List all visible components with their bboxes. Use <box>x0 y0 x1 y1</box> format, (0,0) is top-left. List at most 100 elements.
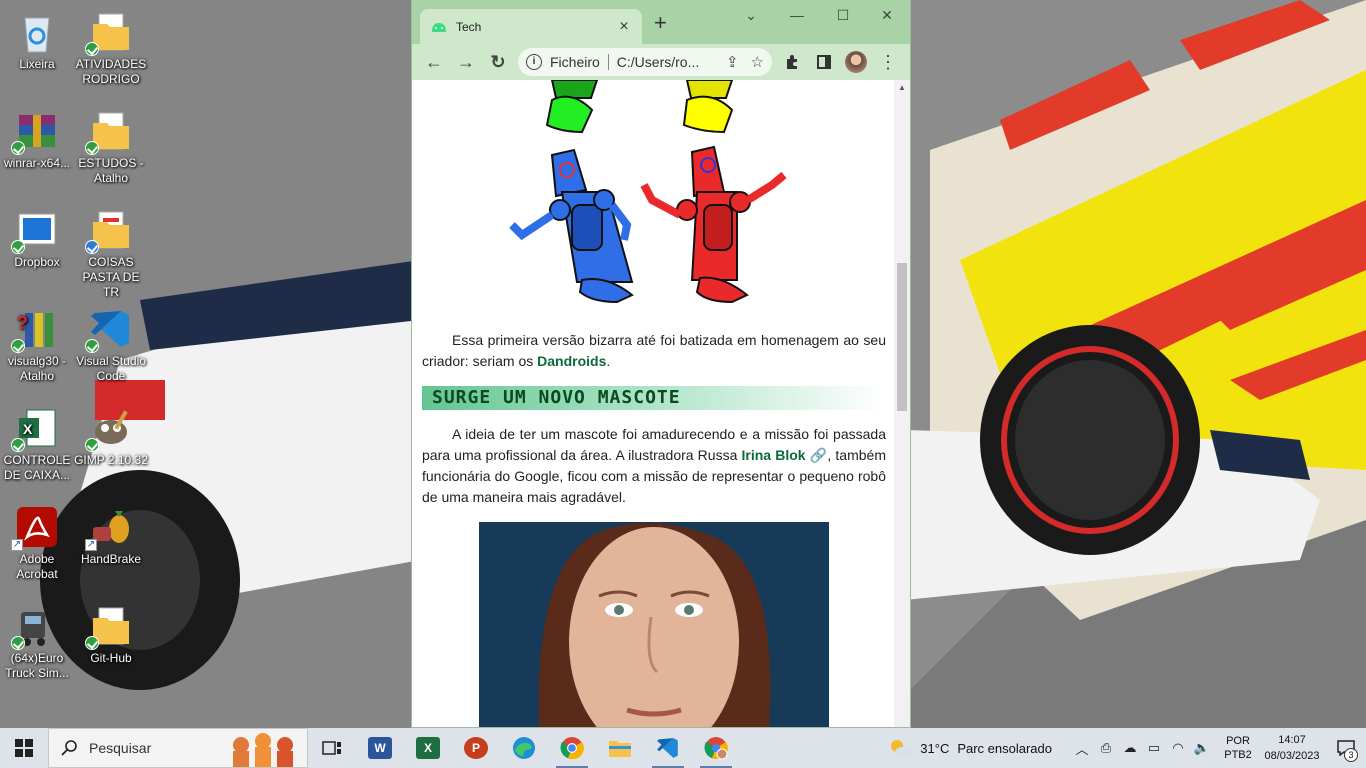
excel-icon: X <box>11 406 59 452</box>
sync-check-icon <box>85 438 99 452</box>
menu-button[interactable]: ⋮ <box>872 46 904 78</box>
language-code: POR <box>1226 735 1250 747</box>
close-window-button[interactable]: ✕ <box>864 4 910 26</box>
taskbar-edge[interactable] <box>500 728 548 768</box>
paragraph-text: . <box>606 353 611 369</box>
svg-text:?: ? <box>17 313 28 333</box>
desktop-icon-winrar[interactable]: winrar-x64... <box>0 103 74 171</box>
sync-check-icon <box>11 240 25 254</box>
puzzle-icon <box>787 55 797 69</box>
desktop-icon-gimp[interactable]: GIMP 2.10.32 <box>74 400 148 468</box>
desktop-icon-handbrake[interactable]: ↗ HandBrake <box>74 499 148 567</box>
desktop-icon-dropbox[interactable]: Dropbox <box>0 202 74 270</box>
desktop-icon-label: Git-Hub <box>90 651 132 665</box>
address-separator <box>607 54 609 70</box>
desktop-icon-visualg[interactable]: ? visualg30 - Atalho <box>0 301 74 384</box>
visualg-icon: ? <box>11 307 59 353</box>
partly-sunny-icon <box>891 740 912 757</box>
language-indicator[interactable]: POR PTB2 <box>1218 734 1258 762</box>
taskbar-powerpoint[interactable]: P <box>452 728 500 768</box>
maximize-button[interactable]: ☐ <box>820 4 866 26</box>
vscode-icon <box>657 738 678 758</box>
back-button[interactable]: ← <box>418 46 450 78</box>
bookmark-star-icon[interactable]: ☆ <box>751 53 764 71</box>
share-icon[interactable]: ⇪ <box>726 53 739 71</box>
new-tab-button[interactable]: + <box>654 12 667 34</box>
kebab-menu-icon: ⋮ <box>879 51 897 72</box>
tab-strip: Tech × + ⌄ — ☐ ✕ <box>412 0 910 44</box>
folder-icon <box>85 208 133 254</box>
desktop-icon-label: ATIVIDADES RODRIGO <box>75 57 147 86</box>
desktop-icon-eurotruck[interactable]: (64x)Euro Truck Sim... <box>0 598 74 681</box>
tab-tech[interactable]: Tech × <box>420 9 642 44</box>
page-scrollbar[interactable]: ▲ <box>894 80 910 727</box>
side-panel-button[interactable] <box>808 46 840 78</box>
volume-icon[interactable]: 🔈 <box>1190 740 1214 756</box>
notification-center-button[interactable]: 3 <box>1326 728 1366 768</box>
section-title: Surge um novo mascote <box>432 387 681 408</box>
keyboard-layout: PTB2 <box>1224 749 1252 761</box>
word-icon: W <box>368 737 392 759</box>
sync-check-icon <box>11 636 25 650</box>
link-icon[interactable]: 🔗 <box>810 447 828 463</box>
weather-description: Parc ensolarado <box>957 740 1052 756</box>
paragraph-dandroids: Essa primeira versão bizarra até foi bat… <box>422 330 886 372</box>
section-heading: Surge um novo mascote <box>422 386 886 410</box>
vscode-icon <box>85 307 133 353</box>
taskbar-vscode[interactable] <box>644 728 692 768</box>
forward-button[interactable]: → <box>450 46 482 78</box>
desktop-icon-vscode[interactable]: Visual Studio Code <box>74 301 148 384</box>
dropbox-icon <box>11 208 59 254</box>
browser-toolbar: ← → ↻ i Ficheiro C:/Users/ro... ⇪ ☆ ⋮ <box>412 44 910 80</box>
taskbar-chrome[interactable] <box>548 728 596 768</box>
task-view-button[interactable] <box>308 728 356 768</box>
address-bar[interactable]: i Ficheiro C:/Users/ro... ⇪ ☆ <box>518 48 772 76</box>
chevron-up-icon[interactable]: ︿ <box>1070 739 1094 758</box>
extensions-button[interactable] <box>776 46 808 78</box>
onedrive-cloud-icon[interactable]: ☁ <box>1118 740 1142 756</box>
taskbar-word[interactable]: W <box>356 728 404 768</box>
arrow-right-icon: → <box>457 51 475 72</box>
sync-check-icon <box>85 636 99 650</box>
sync-check-icon <box>85 141 99 155</box>
clock-time: 14:07 <box>1278 734 1306 746</box>
desktop-icon-estudos[interactable]: ESTUDOS - Atalho <box>74 103 148 186</box>
avatar <box>845 51 867 73</box>
wifi-icon[interactable]: ◠ <box>1166 740 1190 756</box>
desktop-icon-controle[interactable]: X CONTROLE DE CAIXA... <box>0 400 74 483</box>
taskbar-chrome-profile[interactable] <box>692 728 740 768</box>
tab-search-dropdown-icon[interactable]: ⌄ <box>728 4 774 26</box>
folder-icon <box>85 10 133 56</box>
taskbar-file-explorer[interactable] <box>596 728 644 768</box>
close-tab-icon[interactable]: × <box>616 18 632 36</box>
reload-button[interactable]: ↻ <box>482 46 514 78</box>
desktop-icon-lixeira[interactable]: Lixeira <box>0 4 74 72</box>
scroll-up-icon[interactable]: ▲ <box>894 80 910 96</box>
clock[interactable]: 14:07 08/03/2023 <box>1258 732 1326 764</box>
desktop-icon-label: winrar-x64... <box>3 156 71 170</box>
search-placeholder: Pesquisar <box>89 740 152 756</box>
android-favicon-icon <box>432 22 446 32</box>
minimize-button[interactable]: — <box>774 4 820 26</box>
scrollbar-thumb[interactable] <box>897 263 907 411</box>
shortcut-arrow-icon: ↗ <box>11 539 23 551</box>
desktop-icon-github[interactable]: Git-Hub <box>74 598 148 666</box>
taskbar-excel[interactable]: X <box>404 728 452 768</box>
desktop-icon-atividades[interactable]: ATIVIDADES RODRIGO <box>74 4 148 87</box>
profile-button[interactable] <box>840 46 872 78</box>
desktop-icon-label: ESTUDOS - Atalho <box>78 156 144 185</box>
reload-icon: ↻ <box>490 51 506 72</box>
desktop-icon-label: (64x)Euro Truck Sim... <box>5 651 69 680</box>
desktop-icon-acrobat[interactable]: ↗ Adobe Acrobat <box>0 499 74 582</box>
irina-blok-link[interactable]: Irina Blok <box>742 447 806 463</box>
battery-icon[interactable]: ▭ <box>1142 740 1166 756</box>
start-button[interactable] <box>0 728 48 768</box>
acrobat-icon: ↗ <box>11 505 59 551</box>
desktop-icon-coisas[interactable]: COISAS PASTA DE TR <box>74 202 148 300</box>
dandroids-illustration <box>509 80 787 304</box>
irina-blok-photo <box>479 522 829 727</box>
meet-now-icon[interactable]: ⎙ <box>1094 740 1118 756</box>
taskbar-search[interactable]: Pesquisar <box>48 728 308 768</box>
weather-widget[interactable]: 31°C Parc ensolarado <box>888 737 1052 759</box>
info-icon[interactable]: i <box>526 54 542 70</box>
